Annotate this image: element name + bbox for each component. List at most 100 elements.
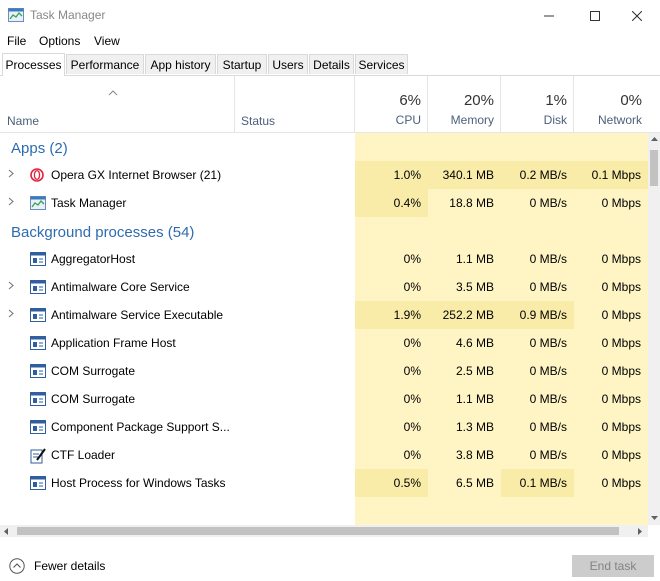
process-cpu: 0.4% bbox=[393, 196, 421, 210]
process-row[interactable]: COM Surrogate 0% 2.5 MB 0 MB/s 0 Mbps bbox=[0, 357, 648, 385]
opera-icon bbox=[30, 168, 44, 182]
menu-view[interactable]: View bbox=[94, 34, 120, 48]
column-disk[interactable]: 1% Disk bbox=[501, 76, 574, 132]
disk-total: 1% bbox=[545, 92, 567, 109]
column-memory[interactable]: 20% Memory bbox=[428, 76, 501, 132]
column-cpu[interactable]: 6% CPU bbox=[355, 76, 428, 132]
process-disk: 0 MB/s bbox=[529, 196, 567, 210]
expand-chevron-icon[interactable] bbox=[8, 167, 14, 181]
process-memory: 6.5 MB bbox=[455, 476, 494, 490]
process-network: 0 Mbps bbox=[601, 392, 641, 406]
vertical-scroll-thumb[interactable] bbox=[650, 150, 658, 186]
process-name: Host Process for Windows Tasks bbox=[51, 476, 226, 490]
process-cpu: 0% bbox=[403, 392, 421, 406]
tab-users[interactable]: Users bbox=[268, 54, 308, 74]
end-task-button[interactable]: End task bbox=[572, 555, 654, 577]
process-row[interactable]: COM Surrogate 0% 1.1 MB 0 MB/s 0 Mbps bbox=[0, 385, 648, 413]
process-disk: 0.9 MB/s bbox=[519, 308, 567, 322]
ctf-loader-icon bbox=[30, 448, 46, 464]
task-manager-icon bbox=[30, 196, 46, 210]
process-network: 0 Mbps bbox=[601, 336, 641, 350]
process-window-icon bbox=[30, 308, 46, 322]
close-button[interactable] bbox=[614, 0, 660, 31]
horizontal-scrollbar[interactable] bbox=[0, 525, 648, 537]
process-memory: 18.8 MB bbox=[449, 196, 494, 210]
vertical-scrollbar[interactable] bbox=[648, 133, 660, 525]
process-cpu: 0% bbox=[403, 336, 421, 350]
column-name[interactable]: Name bbox=[0, 76, 235, 132]
expand-chevron-icon[interactable] bbox=[8, 195, 14, 209]
maximize-button[interactable] bbox=[572, 0, 618, 31]
memory-cell-bg bbox=[428, 133, 501, 161]
process-disk: 0 MB/s bbox=[529, 364, 567, 378]
tab-performance[interactable]: Performance bbox=[66, 54, 144, 74]
process-cpu: 0% bbox=[403, 280, 421, 294]
scroll-down-icon[interactable] bbox=[651, 516, 658, 520]
process-window-icon bbox=[30, 280, 46, 294]
footer: Fewer details End task bbox=[0, 550, 660, 581]
chevron-up-circle-icon bbox=[9, 558, 25, 574]
title-bar: Task Manager bbox=[0, 0, 660, 31]
process-memory: 1.3 MB bbox=[455, 420, 494, 434]
scroll-right-icon[interactable] bbox=[638, 528, 642, 535]
process-network: 0 Mbps bbox=[601, 252, 641, 266]
tab-processes[interactable]: Processes bbox=[2, 53, 65, 76]
process-row[interactable]: CTF Loader 0% 3.8 MB 0 MB/s 0 Mbps bbox=[0, 441, 648, 469]
process-row[interactable]: AggregatorHost 0% 1.1 MB 0 MB/s 0 Mbps bbox=[0, 245, 648, 273]
process-cpu: 0% bbox=[403, 364, 421, 378]
process-name: Component Package Support S... bbox=[51, 420, 230, 434]
tab-app-history[interactable]: App history bbox=[145, 54, 216, 74]
process-memory: 3.8 MB bbox=[455, 448, 494, 462]
column-name-label: Name bbox=[7, 114, 40, 128]
process-row[interactable]: Application Frame Host 0% 4.6 MB 0 MB/s 0 Mb… bbox=[0, 329, 648, 357]
tab-details[interactable]: Details bbox=[309, 54, 354, 74]
process-network: 0 Mbps bbox=[601, 364, 641, 378]
process-network: 0 Mbps bbox=[601, 420, 641, 434]
fewer-details-button[interactable]: Fewer details bbox=[9, 558, 105, 574]
network-cell-bg bbox=[574, 217, 648, 245]
expand-chevron-icon[interactable] bbox=[8, 279, 14, 293]
process-name: Antimalware Core Service bbox=[51, 280, 190, 294]
process-memory: 1.1 MB bbox=[455, 392, 494, 406]
process-row[interactable]: Antimalware Service Executable 1.9% 252.2 … bbox=[0, 301, 648, 329]
column-header: Name Status 6% CPU 20% Memory 1% Disk 0%… bbox=[0, 76, 660, 133]
process-list: Apps (2) Opera GX Internet Browser (21) 1.… bbox=[0, 133, 648, 525]
process-row[interactable] bbox=[0, 497, 648, 525]
process-disk: 0 MB/s bbox=[529, 336, 567, 350]
close-icon bbox=[632, 10, 642, 21]
task-manager-icon bbox=[8, 8, 24, 22]
column-status[interactable]: Status bbox=[235, 76, 355, 132]
menu-file[interactable]: File bbox=[7, 34, 26, 48]
horizontal-scroll-thumb[interactable] bbox=[17, 527, 619, 535]
scroll-left-icon[interactable] bbox=[4, 528, 8, 535]
process-network: 0 Mbps bbox=[601, 280, 641, 294]
minimize-icon bbox=[544, 15, 554, 16]
process-disk: 0 MB/s bbox=[529, 420, 567, 434]
memory-total: 20% bbox=[463, 92, 494, 109]
minimize-button[interactable] bbox=[526, 0, 572, 31]
process-cpu: 0.5% bbox=[393, 476, 421, 490]
scroll-up-icon[interactable] bbox=[651, 137, 658, 141]
process-memory: 1.1 MB bbox=[455, 252, 494, 266]
process-cpu: 0% bbox=[403, 448, 421, 462]
tab-services[interactable]: Services bbox=[355, 54, 408, 74]
cpu-cell-bg bbox=[355, 217, 428, 245]
process-row[interactable]: Task Manager 0.4% 18.8 MB 0 MB/s 0 Mbps bbox=[0, 189, 648, 217]
menu-options[interactable]: Options bbox=[39, 34, 80, 48]
process-cpu: 1.9% bbox=[393, 308, 421, 322]
process-row[interactable]: Opera GX Internet Browser (21) 1.0% 340.1 … bbox=[0, 161, 648, 189]
process-disk: 0 MB/s bbox=[529, 448, 567, 462]
expand-chevron-icon[interactable] bbox=[8, 307, 14, 321]
group-background-processes-title: Background processes (54) bbox=[11, 224, 195, 241]
process-row[interactable]: Antimalware Core Service 0% 3.5 MB 0 MB/s 0 … bbox=[0, 273, 648, 301]
tab-startup[interactable]: Startup bbox=[217, 54, 267, 74]
disk-cell-bg bbox=[501, 217, 574, 245]
cpu-cell-bg bbox=[355, 497, 428, 525]
process-window-icon bbox=[30, 392, 46, 406]
group-apps-title: Apps (2) bbox=[11, 140, 68, 157]
network-total: 0% bbox=[620, 92, 642, 109]
process-row[interactable]: Component Package Support S... 0% 1.3 MB 0 … bbox=[0, 413, 648, 441]
process-row[interactable]: Host Process for Windows Tasks 0.5% 6.5 MB… bbox=[0, 469, 648, 497]
column-network[interactable]: 0% Network bbox=[574, 76, 648, 132]
process-memory: 3.5 MB bbox=[455, 280, 494, 294]
